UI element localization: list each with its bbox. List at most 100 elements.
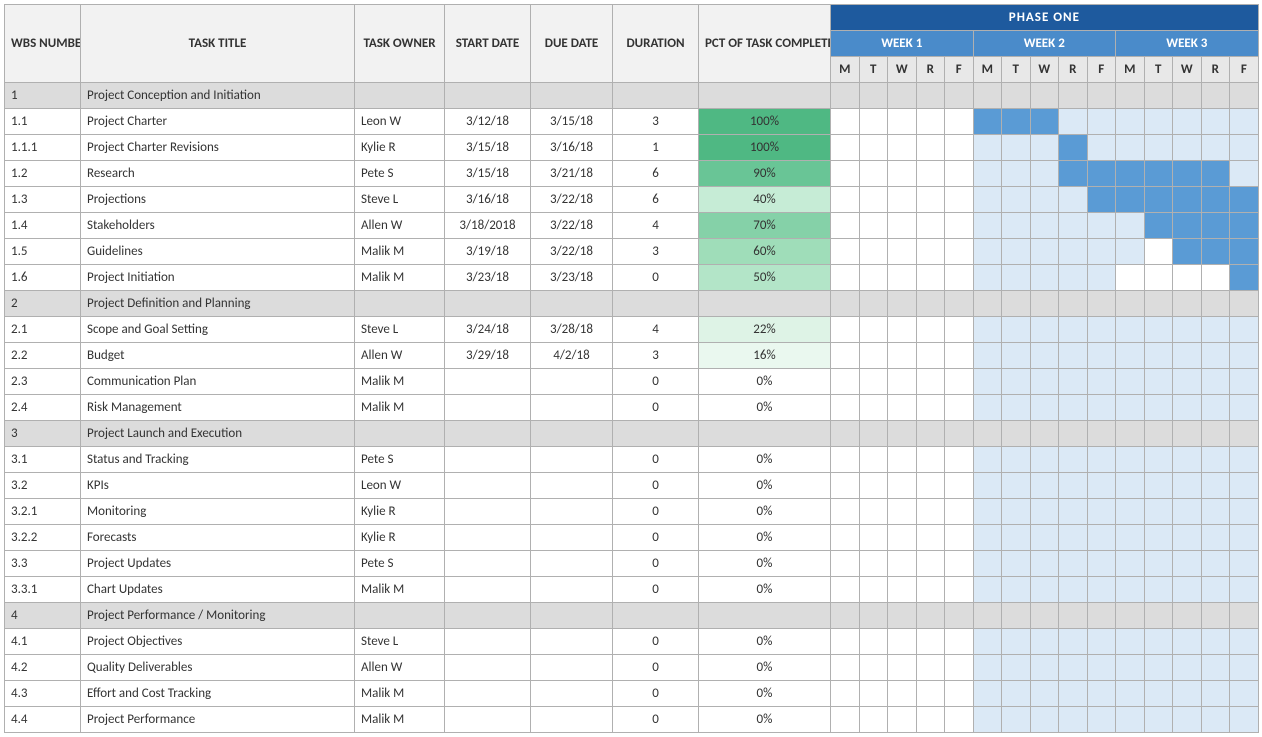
cell-owner bbox=[355, 421, 445, 447]
cell-duration: 0 bbox=[613, 499, 699, 525]
cell-title: Project Objectives bbox=[81, 629, 355, 655]
gantt-cell bbox=[859, 317, 888, 343]
cell-duration bbox=[613, 291, 699, 317]
cell-wbs: 2.3 bbox=[5, 369, 81, 395]
gantt-cell bbox=[916, 421, 945, 447]
gantt-cell bbox=[945, 187, 974, 213]
cell-pct: 0% bbox=[699, 525, 831, 551]
cell-title: Projections bbox=[81, 187, 355, 213]
cell-wbs: 2.1 bbox=[5, 317, 81, 343]
gantt-cell bbox=[945, 655, 974, 681]
gantt-cell bbox=[1144, 291, 1173, 317]
gantt-cell bbox=[831, 577, 860, 603]
gantt-cell bbox=[1230, 265, 1259, 291]
gantt-cell bbox=[1087, 499, 1116, 525]
gantt-cell bbox=[1144, 135, 1173, 161]
cell-due: 3/16/18 bbox=[531, 135, 613, 161]
gantt-cell bbox=[973, 265, 1002, 291]
cell-wbs: 1 bbox=[5, 83, 81, 109]
gantt-cell bbox=[1002, 681, 1031, 707]
gantt-cell bbox=[859, 447, 888, 473]
cell-wbs: 3.3 bbox=[5, 551, 81, 577]
gantt-cell bbox=[888, 525, 917, 551]
header-day: F bbox=[945, 57, 974, 83]
cell-pct: 0% bbox=[699, 473, 831, 499]
cell-start bbox=[445, 629, 531, 655]
gantt-cell bbox=[1230, 603, 1259, 629]
gantt-cell bbox=[1173, 655, 1202, 681]
gantt-cell bbox=[1230, 135, 1259, 161]
gantt-cell bbox=[1059, 291, 1088, 317]
gantt-cell bbox=[888, 213, 917, 239]
gantt-cell bbox=[859, 239, 888, 265]
gantt-cell bbox=[945, 681, 974, 707]
gantt-cell bbox=[888, 343, 917, 369]
task-row: 3.2.2ForecastsKylie R00% bbox=[5, 525, 1259, 551]
gantt-cell bbox=[888, 603, 917, 629]
gantt-cell bbox=[888, 187, 917, 213]
gantt-cell bbox=[1201, 395, 1230, 421]
cell-pct: 0% bbox=[699, 577, 831, 603]
cell-duration: 0 bbox=[613, 577, 699, 603]
cell-wbs: 1.6 bbox=[5, 265, 81, 291]
gantt-cell bbox=[1059, 317, 1088, 343]
gantt-cell bbox=[859, 187, 888, 213]
gantt-cell bbox=[1230, 655, 1259, 681]
gantt-cell bbox=[888, 681, 917, 707]
gantt-cell bbox=[888, 291, 917, 317]
gantt-cell bbox=[831, 551, 860, 577]
gantt-cell bbox=[1201, 681, 1230, 707]
gantt-cell bbox=[916, 187, 945, 213]
cell-title: Project Conception and Initiation bbox=[81, 83, 355, 109]
gantt-cell bbox=[973, 239, 1002, 265]
gantt-cell bbox=[1002, 603, 1031, 629]
gantt-cell bbox=[859, 291, 888, 317]
gantt-cell bbox=[1144, 83, 1173, 109]
gantt-cell bbox=[1087, 109, 1116, 135]
gantt-cell bbox=[888, 135, 917, 161]
gantt-cell bbox=[1087, 655, 1116, 681]
cell-wbs: 2.4 bbox=[5, 395, 81, 421]
gantt-cell bbox=[1059, 135, 1088, 161]
cell-wbs: 3.2 bbox=[5, 473, 81, 499]
gantt-cell bbox=[1059, 707, 1088, 733]
gantt-cell bbox=[1230, 421, 1259, 447]
cell-title: Quality Deliverables bbox=[81, 655, 355, 681]
gantt-cell bbox=[916, 369, 945, 395]
gantt-cell bbox=[1144, 239, 1173, 265]
gantt-cell bbox=[1230, 109, 1259, 135]
gantt-cell bbox=[916, 291, 945, 317]
gantt-cell bbox=[831, 603, 860, 629]
gantt-cell bbox=[1144, 343, 1173, 369]
gantt-cell bbox=[859, 161, 888, 187]
task-row: 1.3ProjectionsSteve L3/16/183/22/18640% bbox=[5, 187, 1259, 213]
gantt-cell bbox=[1087, 161, 1116, 187]
gantt-cell bbox=[888, 707, 917, 733]
task-row: 1.6Project InitiationMalik M3/23/183/23/… bbox=[5, 265, 1259, 291]
task-row: 2.2BudgetAllen W3/29/184/2/18316% bbox=[5, 343, 1259, 369]
cell-start: 3/19/18 bbox=[445, 239, 531, 265]
cell-pct: 90% bbox=[699, 161, 831, 187]
cell-start bbox=[445, 655, 531, 681]
gantt-cell bbox=[1230, 447, 1259, 473]
gantt-cell bbox=[859, 551, 888, 577]
header-day: M bbox=[1116, 57, 1145, 83]
cell-owner bbox=[355, 291, 445, 317]
gantt-cell bbox=[831, 213, 860, 239]
table-body: 1Project Conception and Initiation1.1Pro… bbox=[5, 83, 1259, 733]
gantt-cell bbox=[859, 499, 888, 525]
gantt-cell bbox=[1116, 109, 1145, 135]
gantt-cell bbox=[945, 369, 974, 395]
gantt-cell bbox=[1116, 525, 1145, 551]
cell-pct bbox=[699, 83, 831, 109]
gantt-cell bbox=[1201, 707, 1230, 733]
header-dur: DURATION bbox=[613, 5, 699, 83]
cell-owner: Kylie R bbox=[355, 525, 445, 551]
cell-owner bbox=[355, 603, 445, 629]
cell-due bbox=[531, 83, 613, 109]
task-row: 4.3Effort and Cost TrackingMalik M00% bbox=[5, 681, 1259, 707]
gantt-cell bbox=[1116, 369, 1145, 395]
gantt-cell bbox=[831, 447, 860, 473]
gantt-cell bbox=[945, 577, 974, 603]
cell-owner: Malik M bbox=[355, 707, 445, 733]
